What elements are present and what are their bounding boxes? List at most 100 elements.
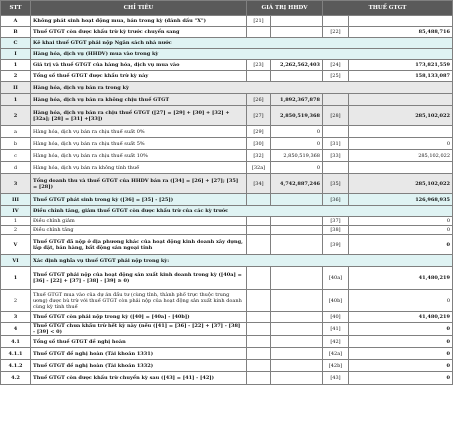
header-thue: THUẾ GTGT: [322, 0, 453, 16]
tax-amount-field[interactable]: 41,480,219: [348, 311, 453, 323]
table-row: 2 Tổng số thuế GTGT được khấu trừ kỳ này […: [0, 70, 453, 82]
tax-amount-field[interactable]: 0: [348, 289, 453, 312]
table-row: a Hàng hóa, dịch vụ bán ra chịu thuế suất…: [0, 125, 453, 138]
tax-amount-field[interactable]: 41,480,219: [348, 266, 453, 290]
tax-amount-field[interactable]: [348, 125, 453, 138]
value-amount-field[interactable]: [270, 311, 323, 323]
vat-declaration-table: STT CHỈ TIÊU GIÁ TRỊ HHDV THUẾ GTGT A Khô…: [0, 0, 453, 385]
table-row: 1 Điều chỉnh giảm [37] 0: [0, 216, 453, 226]
value-code-field: [246, 311, 271, 323]
value-amount-field[interactable]: [270, 225, 323, 235]
value-amount-field[interactable]: 1,892,367,878: [270, 93, 323, 106]
header-chi-tieu: CHỈ TIÊU: [30, 0, 247, 16]
tax-amount-field[interactable]: 0: [348, 234, 453, 255]
tax-amount-field[interactable]: 285,102,022: [348, 149, 453, 162]
row-label: Hàng hóa, dịch vụ bán ra không tính thuế: [30, 161, 247, 174]
tax-amount-field[interactable]: [348, 93, 453, 106]
value-amount-field[interactable]: [270, 70, 323, 82]
tax-code-field: [42b]: [322, 359, 349, 372]
value-code-field: [246, 26, 271, 38]
value-code-field: [29]: [246, 125, 271, 138]
tax-amount-field[interactable]: 0: [348, 137, 453, 150]
value-amount-field[interactable]: [270, 26, 323, 38]
value-amount-field[interactable]: [270, 347, 323, 360]
row-label: Hàng hóa, dịch vụ bán ra chịu thuế suất …: [30, 125, 247, 138]
row-stt: c: [0, 149, 31, 162]
value-code-field: [27]: [246, 105, 271, 126]
row-stt: b: [0, 137, 31, 150]
value-amount-field[interactable]: 2,850,519,368: [270, 149, 323, 162]
value-amount-field[interactable]: 0: [270, 125, 323, 138]
value-code-field: [246, 322, 271, 336]
tax-amount-field[interactable]: [348, 161, 453, 174]
tax-amount-field[interactable]: 285,102,022: [348, 173, 453, 194]
tax-amount-field[interactable]: 0: [348, 322, 453, 336]
row-label: Kê khai thuế GTGT phải nộp Ngân sách nhà…: [30, 37, 453, 49]
tax-amount-field[interactable]: 0: [348, 216, 453, 226]
value-amount-field[interactable]: [270, 359, 323, 372]
row-label: Hàng hóa, dịch vụ bán ra chịu thuế suất …: [30, 149, 247, 162]
row-label: Tổng doanh thu và thuế GTGT của HHDV bán…: [30, 173, 247, 194]
row-stt: 3: [0, 311, 31, 323]
tax-amount-field[interactable]: 0: [348, 335, 453, 348]
table-row: B Thuế GTGT còn được khấu trừ kỳ trước ch…: [0, 26, 453, 38]
value-amount-field[interactable]: [270, 193, 323, 206]
row-stt: I: [0, 48, 31, 60]
table-row: 1 Giá trị và thuế GTGT của hàng hóa, dịch…: [0, 59, 453, 71]
value-code-field: [246, 216, 271, 226]
row-label: Thuế GTGT đã nộp ở địa phương khác của h…: [30, 234, 247, 255]
tax-amount-field[interactable]: 0: [348, 347, 453, 360]
tax-code-field: [36]: [322, 193, 349, 206]
value-code-field: [26]: [246, 93, 271, 106]
value-amount-field[interactable]: [270, 335, 323, 348]
value-amount-field[interactable]: 2,850,519,368: [270, 105, 323, 126]
tax-amount-field[interactable]: 85,488,716: [348, 26, 453, 38]
row-label: Xác định nghĩa vụ thuế GTGT phải nộp tro…: [30, 254, 453, 267]
value-code-field: [32a]: [246, 161, 271, 174]
value-amount-field[interactable]: [270, 322, 323, 336]
value-code-field: [246, 371, 271, 385]
header-gia-tri: GIÁ TRỊ HHDV: [246, 0, 323, 16]
table-row: III Thuế GTGT phát sinh trong kỳ ([36] = …: [0, 193, 453, 206]
tax-amount-field[interactable]: 0: [348, 371, 453, 385]
value-amount-field[interactable]: [270, 266, 323, 290]
tax-code-field: [31]: [322, 137, 349, 150]
value-amount-field[interactable]: 4,742,887,246: [270, 173, 323, 194]
value-amount-field[interactable]: [270, 234, 323, 255]
tax-amount-field[interactable]: 0: [348, 359, 453, 372]
row-stt: IV: [0, 205, 31, 217]
value-amount-field[interactable]: 2,262,562,403: [270, 59, 323, 71]
row-stt: C: [0, 37, 31, 49]
tax-code-field: [322, 15, 349, 27]
table-row: C Kê khai thuế GTGT phải nộp Ngân sách nh…: [0, 37, 453, 49]
table-row: 2 Hàng hóa, dịch vụ bán ra chịu thuế GTGT…: [0, 105, 453, 126]
tax-code-field: [322, 161, 349, 174]
row-stt: 4.1: [0, 335, 31, 348]
tax-amount-field[interactable]: 126,968,935: [348, 193, 453, 206]
row-label: Giá trị và thuế GTGT của hàng hóa, dịch …: [30, 59, 247, 71]
tax-amount-field[interactable]: [348, 15, 453, 27]
value-amount-field[interactable]: [270, 216, 323, 226]
tax-amount-field[interactable]: 158,133,087: [348, 70, 453, 82]
value-code-field: [32]: [246, 149, 271, 162]
table-row: IV Điều chỉnh tăng, giảm thuế GTGT còn đư…: [0, 205, 453, 217]
tax-code-field: [40b]: [322, 289, 349, 312]
tax-amount-field[interactable]: 0: [348, 225, 453, 235]
value-amount-field[interactable]: [270, 289, 323, 312]
tax-code-field: [22]: [322, 26, 349, 38]
value-amount-field[interactable]: [270, 15, 323, 27]
table-row: 4.1.1 Thuế GTGT đề nghị hoàn (Tài khoản 1…: [0, 347, 453, 360]
value-amount-field[interactable]: [270, 371, 323, 385]
row-label: Thuế GTGT còn phải nộp trong kỳ ([40] = …: [30, 311, 247, 323]
row-label: Điều chỉnh tăng: [30, 225, 247, 235]
value-amount-field[interactable]: 0: [270, 161, 323, 174]
tax-amount-field[interactable]: 285,102,022: [348, 105, 453, 126]
value-code-field: [246, 70, 271, 82]
value-amount-field[interactable]: 0: [270, 137, 323, 150]
row-label: Tổng số thuế GTGT đề nghị hoàn: [30, 335, 247, 348]
row-label: Thuế GTGT chưa khấu trừ hết kỳ này (nếu …: [30, 322, 247, 336]
tax-amount-field[interactable]: 173,821,559: [348, 59, 453, 71]
tax-code-field: [42a]: [322, 347, 349, 360]
row-label: Thuế GTGT đề nghị hoàn (Tài khoản 1332): [30, 359, 247, 372]
row-label: Điều chỉnh tăng, giảm thuế GTGT còn được…: [30, 205, 453, 217]
